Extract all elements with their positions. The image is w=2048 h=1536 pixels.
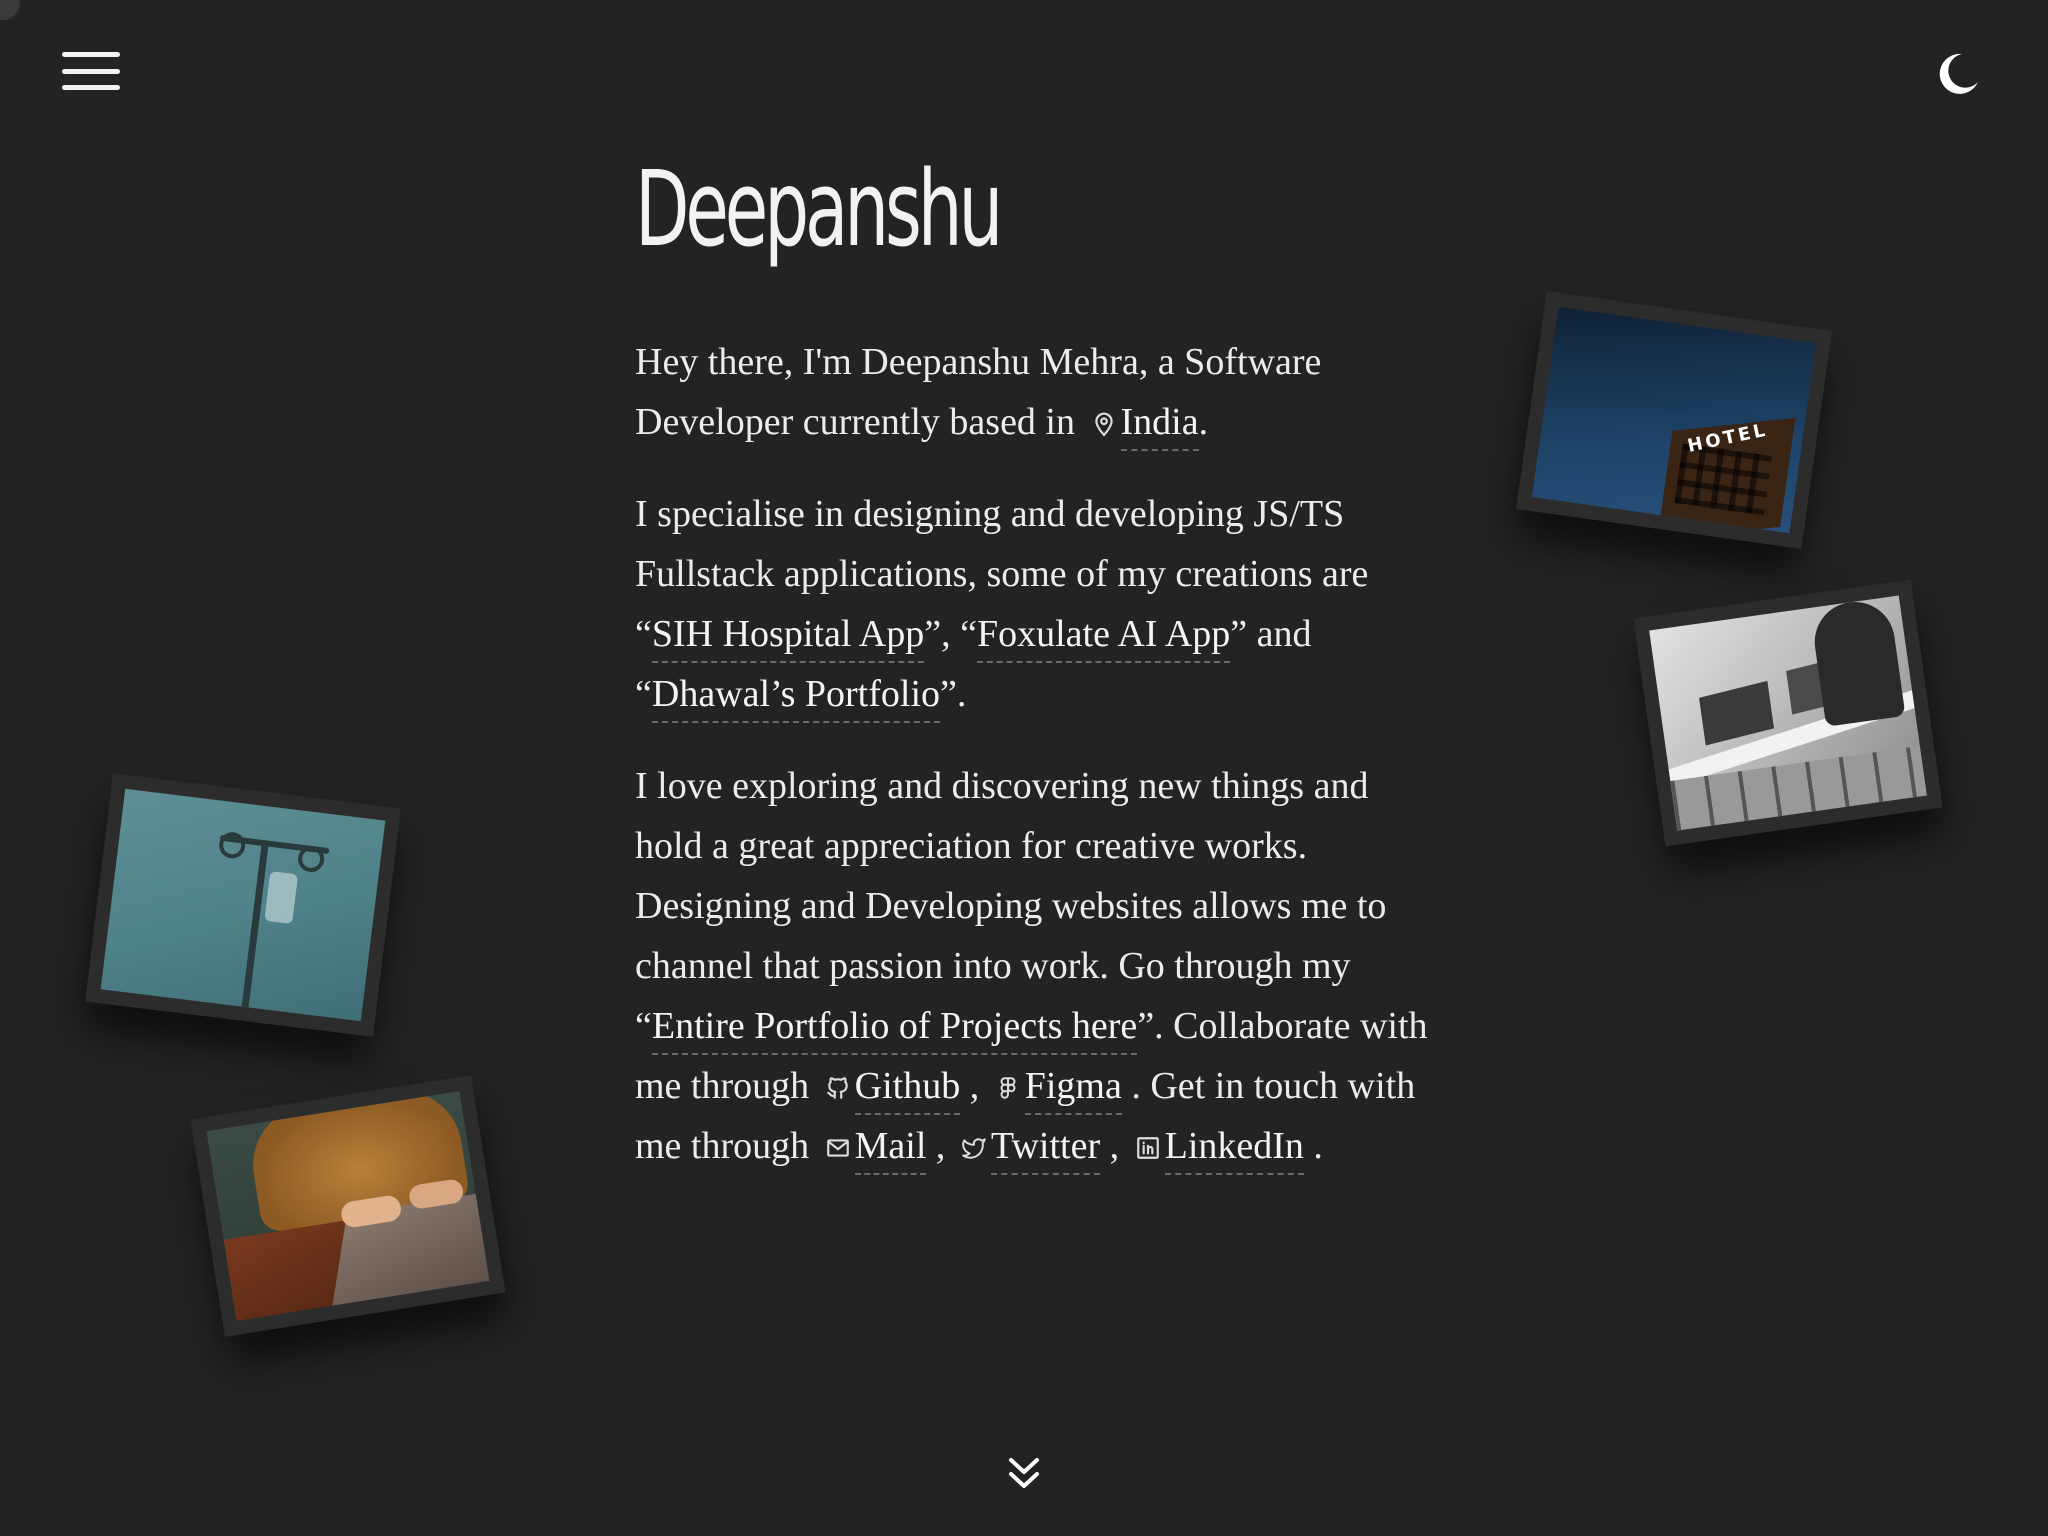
office-photo bbox=[1633, 579, 1943, 847]
github-icon bbox=[826, 1076, 848, 1099]
twitter-link[interactable]: Twitter bbox=[990, 1124, 1101, 1175]
laptop-photo bbox=[190, 1075, 506, 1337]
hotel-photo: HOTEL bbox=[1516, 291, 1832, 549]
map-pin-icon bbox=[1094, 412, 1113, 436]
figma-link[interactable]: Figma bbox=[1024, 1064, 1122, 1115]
foxulate-ai-app-link[interactable]: Foxulate AI App bbox=[976, 612, 1231, 663]
chevrons-down-icon[interactable] bbox=[1006, 1454, 1042, 1494]
github-link[interactable]: Github bbox=[854, 1064, 961, 1115]
intro-paragraph: Hey there, I'm Deepanshu Mehra, a Softwa… bbox=[635, 332, 1435, 452]
dhawals-portfolio-link[interactable]: Dhawal’s Portfolio bbox=[651, 672, 941, 723]
iv-stand-photo bbox=[85, 773, 401, 1037]
mail-icon bbox=[826, 1138, 849, 1157]
twitter-icon bbox=[962, 1137, 986, 1159]
sih-hospital-app-link[interactable]: SIH Hospital App bbox=[651, 612, 925, 663]
linkedin-link[interactable]: LinkedIn bbox=[1164, 1124, 1304, 1175]
location-link[interactable]: India bbox=[1120, 400, 1199, 451]
portfolio-projects-link[interactable]: Entire Portfolio of Projects here bbox=[651, 1004, 1138, 1055]
hero-section: Deepanshu Hey there, I'm Deepanshu Mehra… bbox=[635, 148, 1435, 1208]
hamburger-menu-icon[interactable] bbox=[60, 48, 122, 94]
about-paragraph: I love exploring and discovering new thi… bbox=[635, 756, 1435, 1176]
figma-icon bbox=[1000, 1076, 1016, 1099]
mail-link[interactable]: Mail bbox=[854, 1124, 927, 1175]
moon-icon[interactable] bbox=[1932, 48, 1982, 98]
linkedin-icon bbox=[1136, 1136, 1159, 1159]
projects-paragraph: I specialise in designing and developing… bbox=[635, 484, 1435, 724]
corner-dot bbox=[0, 0, 20, 20]
page-title: Deepanshu bbox=[635, 148, 1003, 270]
